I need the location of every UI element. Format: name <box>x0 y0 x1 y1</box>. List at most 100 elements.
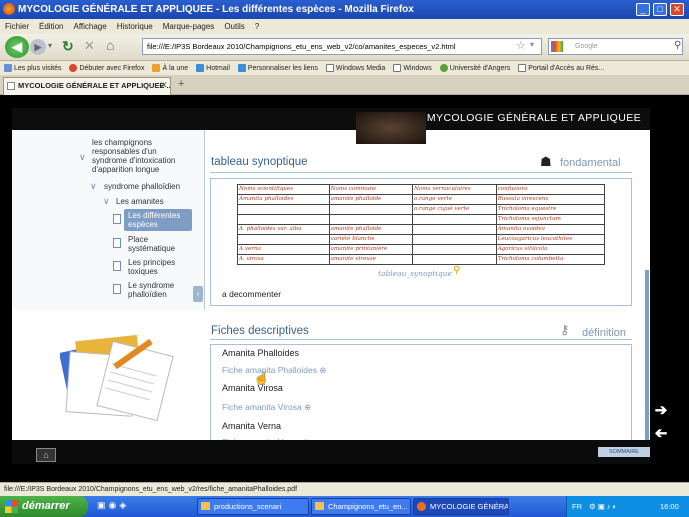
menu-edition[interactable]: Édition <box>39 22 63 31</box>
url-bar[interactable]: file:///E:/IP3S Bordeaux 2010/Champignon… <box>142 38 542 55</box>
next-page-arrow-icon[interactable]: ➔ <box>653 403 669 419</box>
start-button[interactable]: démarrer <box>0 496 88 517</box>
menu-help[interactable]: ? <box>255 22 259 31</box>
tray-icons[interactable]: ⚙▣♪◐ <box>589 496 619 517</box>
bookmark-star-icon[interactable]: ☆ <box>516 39 526 52</box>
tab-active[interactable]: MYCOLOGIE GÉNÉRALE ET APPLIQUEE ... <box>3 77 171 95</box>
close-tab-icon[interactable]: ✕ <box>160 80 168 91</box>
table-cell: amanite printanière <box>328 244 414 255</box>
window-titlebar: MYCOLOGIE GÉNÉRALE ET APPLIQUEE - Les di… <box>0 0 689 19</box>
section-synoptique-title: tableau synoptique <box>211 156 308 168</box>
tree-item-principes-toxiques[interactable]: Les principes toxiques <box>128 258 175 276</box>
close-window-button[interactable]: ✕ <box>670 3 684 16</box>
menu-fichier[interactable]: Fichier <box>5 22 29 31</box>
bookmark-debuter-firefox[interactable]: Débuter avec Firefox <box>69 64 144 72</box>
menu-marque-pages[interactable]: Marque-pages <box>163 22 215 31</box>
status-bar: file:///E:/IP3S Bordeaux 2010/Champignon… <box>0 482 689 496</box>
fiche-link-phalloides[interactable]: Fiche amanita Phalloides ⊕ <box>222 365 326 376</box>
bookmark-windows-media[interactable]: Windows Media <box>325 64 385 72</box>
bookmark-personnaliser-liens[interactable]: Personnaliser les liens <box>237 64 318 72</box>
tree-item-amanites[interactable]: Les amanites <box>116 197 164 206</box>
rss-icon <box>152 64 161 72</box>
forward-button[interactable]: ▶ <box>30 39 46 55</box>
definition-badge: définition <box>582 327 627 339</box>
search-input[interactable]: Google <box>548 38 683 55</box>
menu-outils[interactable]: Outils <box>224 22 244 31</box>
table-cell: A. phalloides var. alba <box>237 224 330 235</box>
table-header: confusions <box>495 184 606 195</box>
table-row: A. virosa amanite vireuse Tricholoma col… <box>237 254 606 265</box>
url-dropdown-icon[interactable]: ▾ <box>530 40 534 49</box>
page-icon <box>518 64 527 72</box>
table-header: Noms scientifiques <box>237 184 330 195</box>
back-button[interactable]: ◀ <box>5 36 29 58</box>
table-header-row: Noms scientifiques Noms communs Noms ver… <box>237 184 606 195</box>
chevron-down-icon[interactable]: ∨ <box>103 196 110 207</box>
bookmark-windows[interactable]: Windows <box>393 64 432 72</box>
home-page-icon[interactable]: ⌂ <box>36 448 56 462</box>
table-cell: o.range cigué verte <box>412 204 497 215</box>
minimize-button[interactable]: _ <box>636 3 650 16</box>
maximize-button[interactable]: □ <box>653 3 667 16</box>
stop-icon[interactable]: ✕ <box>84 38 95 54</box>
document-icon <box>113 214 121 224</box>
page-scrollbar[interactable] <box>645 270 649 460</box>
documents-illustration <box>59 324 178 432</box>
bookmark-universite-angers[interactable]: Université d'Angers <box>439 64 510 72</box>
table-cell: Tricholoma columbetta <box>495 254 606 265</box>
menu-affichage[interactable]: Affichage <box>73 22 106 31</box>
table-header: Noms vernaculaires <box>412 184 497 195</box>
folder-icon <box>4 64 12 72</box>
table-cell <box>237 204 330 215</box>
search-magnifier-icon[interactable]: ⚲ <box>674 40 681 51</box>
tree-item-place-systematique[interactable]: Place systématique <box>128 235 175 253</box>
table-row: variété blanche Leucoagaricus leucothite… <box>237 234 606 245</box>
task-mycologie-firefox[interactable]: MYCOLOGIE GÉNÉRA... <box>413 498 509 515</box>
table-cell <box>412 254 497 265</box>
key-icon: ⚷ <box>560 322 570 337</box>
tree-item-syndrome-phalloidien-page[interactable]: Le syndrome phalloïdien <box>128 281 174 299</box>
table-cell: Amanita ovoidea <box>495 224 606 235</box>
folder-icon <box>315 502 324 510</box>
fiche-name: Amanita Verna <box>222 421 282 431</box>
page-icon <box>393 64 402 72</box>
table-cell: Amanita phalloides <box>237 194 330 205</box>
chevron-down-icon[interactable]: ∨ <box>90 181 97 192</box>
clock: 16:00 <box>660 502 679 511</box>
tree-item-champignons[interactable]: les champignons responsables d'un syndro… <box>92 138 175 174</box>
sommaire-button[interactable]: SOMMAIRE <box>598 447 650 457</box>
new-tab-button[interactable]: + <box>178 78 184 90</box>
history-dropdown-icon[interactable]: ▾ <box>48 41 52 50</box>
home-icon[interactable]: ⌂ <box>106 37 114 53</box>
task-champignons[interactable]: Champignons_etu_en... <box>311 498 411 515</box>
table-cell <box>328 214 414 225</box>
previous-page-arrow-icon[interactable]: ➔ <box>653 425 669 442</box>
menu-bar: Fichier Édition Affichage Historique Mar… <box>0 19 689 34</box>
fiche-name: Amanita Phalloides <box>222 348 300 358</box>
firefox-icon <box>3 3 15 15</box>
bookmark-a-la-une[interactable]: À la une <box>152 64 188 72</box>
menu-historique[interactable]: Historique <box>117 22 153 31</box>
page-footer <box>12 440 650 464</box>
google-icon[interactable] <box>551 41 563 52</box>
quick-launch-icons[interactable]: ▣◉◈ <box>97 500 129 511</box>
firefox-icon <box>69 64 78 72</box>
zoom-icon[interactable]: ⚲ <box>453 265 460 276</box>
bookmark-hotmail[interactable]: Hotmail <box>196 64 230 72</box>
status-url: file:///E:/IP3S Bordeaux 2010/Champignon… <box>4 486 298 493</box>
table-cell: Russula virescens <box>495 194 606 205</box>
table-cell <box>237 234 330 245</box>
bookmark-portail-acces[interactable]: Portail d'Accès au Rés... <box>518 64 604 72</box>
chevron-down-icon[interactable]: ∨ <box>79 152 86 163</box>
fiche-link-virosa[interactable]: Fiche amanita Virosa ⊕ <box>222 402 311 413</box>
task-productions-scenari[interactable]: productions_scenari <box>197 498 309 515</box>
reload-icon[interactable]: ↻ <box>62 38 74 55</box>
table-cell <box>412 214 497 225</box>
system-tray: FR ⚙▣♪◐ 16:00 <box>566 496 689 517</box>
folder-icon <box>201 502 210 510</box>
bookmark-les-plus-visites[interactable]: Les plus visités <box>4 64 61 72</box>
language-indicator[interactable]: FR <box>572 496 582 517</box>
section-synoptique-header: tableau synoptique ☗ fondamental <box>210 152 632 178</box>
collapse-nav-button[interactable]: ‹ <box>193 286 203 302</box>
tree-item-syndrome-phalloidien[interactable]: syndrome phalloïdien <box>104 182 180 191</box>
